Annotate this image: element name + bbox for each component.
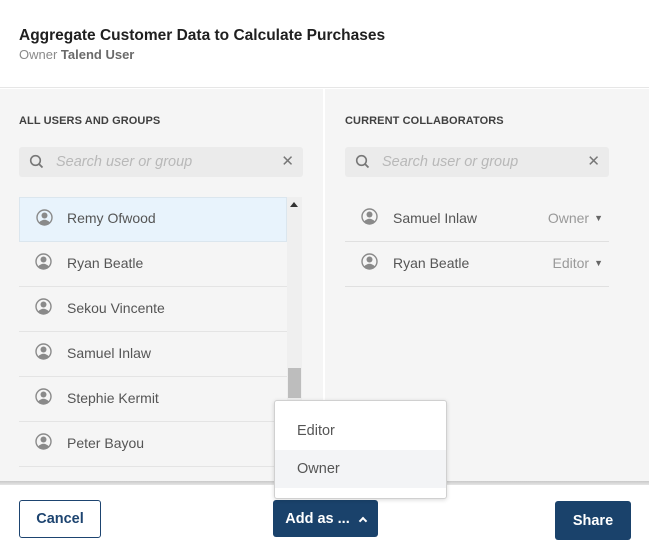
all-users-search[interactable]: ✕: [19, 147, 303, 177]
scroll-up-arrow-icon[interactable]: [290, 202, 298, 207]
collaborator-name: Samuel Inlaw: [393, 210, 478, 226]
user-list-item[interactable]: Ryan Beatle: [19, 242, 287, 287]
add-as-label: Add as ...: [285, 510, 350, 527]
role-dropdown[interactable]: Owner ▼: [548, 210, 603, 226]
user-avatar-icon: [361, 253, 378, 270]
owner-name: Talend User: [60, 47, 135, 62]
user-list-item[interactable]: Samuel Inlaw: [19, 332, 287, 377]
user-name: Stephie Kermit: [67, 390, 159, 406]
user-list-item[interactable]: Stephie Kermit: [19, 377, 287, 422]
user-avatar-icon: [35, 433, 52, 450]
collaborators-search-input[interactable]: [382, 151, 582, 173]
chevron-up-icon: [358, 516, 367, 525]
close-icon[interactable]: ✕: [587, 153, 600, 171]
scroll-thumb[interactable]: [288, 368, 301, 398]
user-name: Peter Bayou: [67, 435, 145, 451]
user-name: Samuel Inlaw: [67, 345, 152, 361]
collaborator-item: Ryan Beatle Editor ▼: [345, 242, 609, 287]
add-as-button[interactable]: Add as ...: [273, 500, 378, 537]
user-avatar-icon: [35, 343, 52, 360]
dialog-header: Aggregate Customer Data to Calculate Pur…: [0, 0, 649, 88]
search-icon: [355, 154, 370, 169]
all-users-list: Remy Ofwood Ryan Beatle Sekou Vincente S…: [19, 197, 287, 485]
user-list-item[interactable]: Peter Bayou: [19, 422, 287, 467]
user-name: Sekou Vincente: [67, 300, 165, 316]
user-avatar-icon: [35, 388, 52, 405]
close-icon[interactable]: ✕: [281, 153, 294, 171]
user-name: Remy Ofwood: [67, 210, 156, 226]
add-as-menu: Editor Owner: [274, 400, 447, 499]
owner-label: Owner: [19, 47, 58, 62]
user-name: Ryan Beatle: [67, 255, 144, 271]
user-list-item[interactable]: Sekou Vincente: [19, 287, 287, 332]
menu-item-owner[interactable]: Owner: [275, 450, 446, 488]
user-avatar-icon: [361, 208, 378, 225]
menu-item-editor[interactable]: Editor: [275, 412, 446, 450]
caret-down-icon: ▼: [594, 258, 603, 268]
owner-info: Owner Talend User: [19, 47, 134, 62]
role-dropdown[interactable]: Editor ▼: [553, 255, 604, 271]
user-list-item[interactable]: Remy Ofwood: [19, 197, 287, 242]
role-label: Owner: [547, 210, 590, 226]
user-avatar-icon: [35, 298, 52, 315]
dialog-title: Aggregate Customer Data to Calculate Pur…: [19, 27, 386, 44]
collaborators-search[interactable]: ✕: [345, 147, 609, 177]
all-users-heading: ALL USERS AND GROUPS: [19, 115, 161, 127]
role-label: Editor: [552, 255, 590, 271]
caret-down-icon: ▼: [594, 213, 603, 223]
collaborators-heading: CURRENT COLLABORATORS: [345, 115, 504, 127]
share-button[interactable]: Share: [555, 501, 631, 540]
collaborators-list: Samuel Inlaw Owner ▼ Ryan Beatle Editor ▼: [345, 197, 609, 287]
cancel-button[interactable]: Cancel: [19, 500, 101, 538]
all-users-search-input[interactable]: [56, 151, 256, 173]
user-avatar-icon: [35, 253, 52, 270]
user-avatar-icon: [36, 209, 53, 226]
collaborator-item: Samuel Inlaw Owner ▼: [345, 197, 609, 242]
search-icon: [29, 154, 44, 169]
collaborator-name: Ryan Beatle: [393, 255, 470, 271]
